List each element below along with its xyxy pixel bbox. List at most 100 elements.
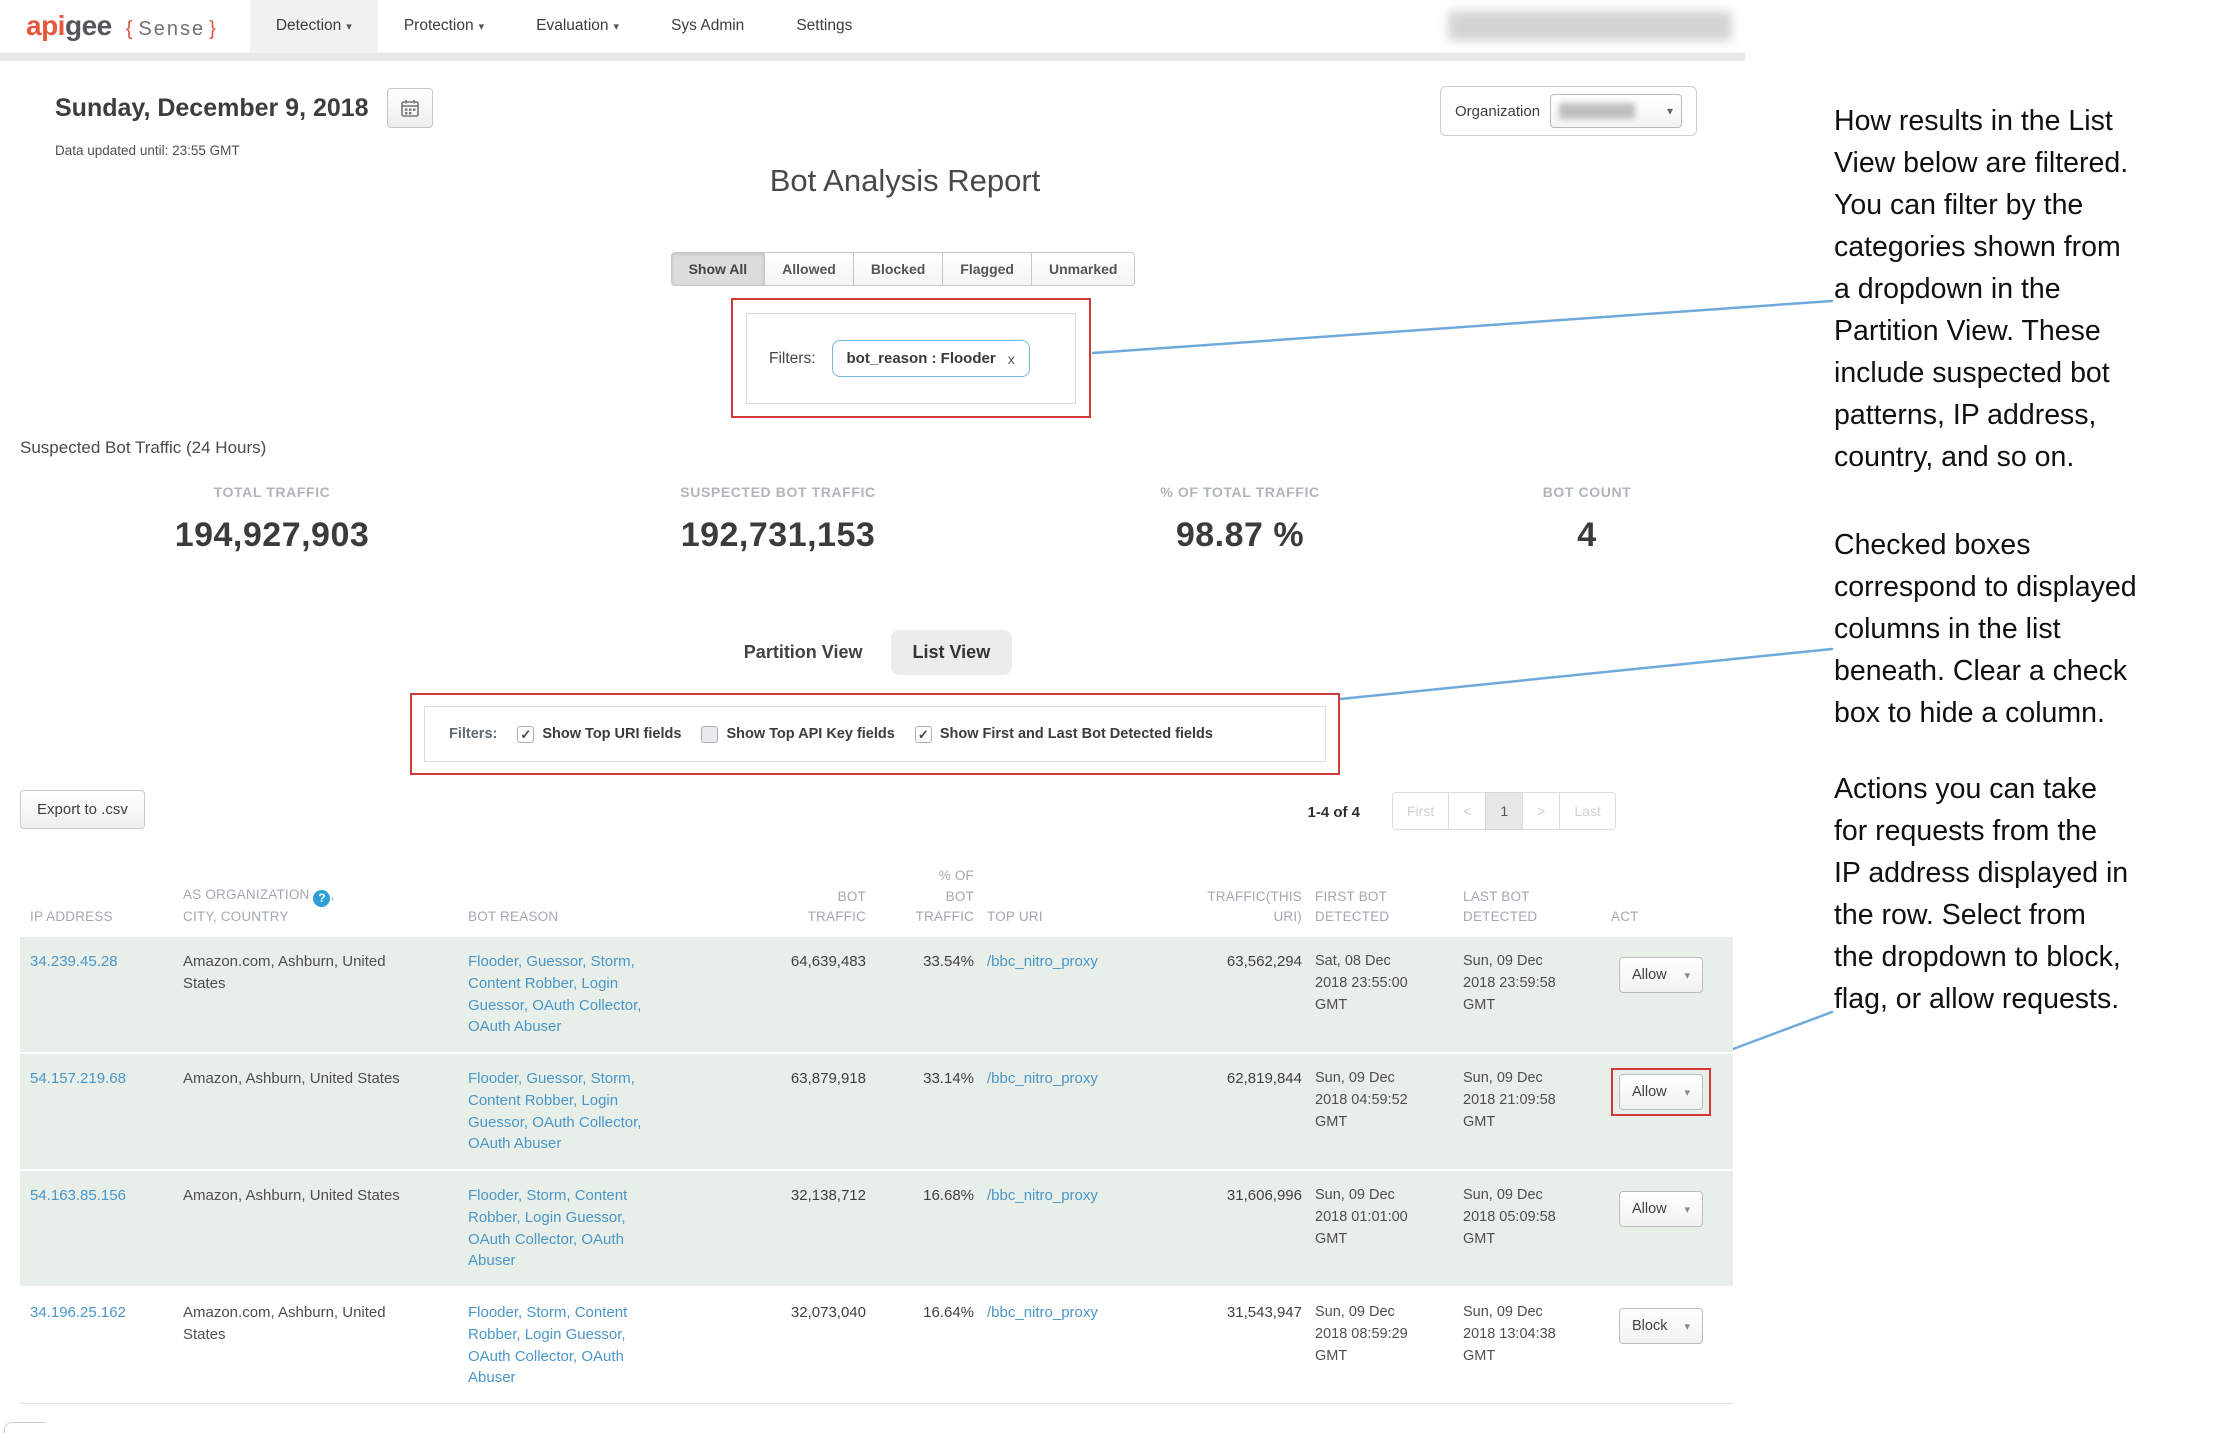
col-header-traffic-this-uri: TRAFFIC(THIS URI) — [1152, 887, 1302, 928]
tab-list-view[interactable]: List View — [891, 630, 1013, 675]
pagination-prev[interactable]: < — [1448, 792, 1486, 830]
top-uri-link[interactable]: /bbc_nitro_proxy — [987, 1187, 1098, 1204]
organization-value-redacted — [1559, 103, 1635, 119]
nav-item-sys-admin[interactable]: Sys Admin — [645, 0, 770, 52]
stat-suspected-bot-traffic: SUSPECTED BOT TRAFFIC 192,731,153 — [558, 484, 998, 555]
action-label: Block — [1632, 1318, 1667, 1334]
organization-select[interactable]: ▾ — [1550, 94, 1682, 128]
nav-item-label: Settings — [796, 17, 852, 34]
action-dropdown[interactable]: Allow ▾ — [1619, 1074, 1703, 1110]
ip-address-link[interactable]: 54.163.85.156 — [30, 1187, 126, 1204]
col-header-bot-traffic: BOT TRAFFIC — [726, 887, 866, 928]
annotation-text-line: Checked boxes — [1834, 524, 2216, 566]
ip-address-link[interactable]: 54.157.219.68 — [30, 1070, 126, 1087]
stat-label: BOT COUNT — [1367, 484, 1807, 500]
logo-sense: {Sense} — [126, 18, 218, 41]
action-label: Allow — [1632, 1084, 1667, 1100]
top-uri-link[interactable]: /bbc_nitro_proxy — [987, 1070, 1098, 1087]
as-organization-cell: Amazon.com, Ashburn, United States — [183, 951, 455, 1038]
account-name-redacted[interactable] — [1448, 11, 1732, 41]
last-bot-detected-cell: Sun, 09 Dec 2018 13:04:38 GMT — [1463, 1302, 1598, 1389]
table-row: 34.196.25.162 Amazon.com, Ashburn, Unite… — [20, 1288, 1733, 1404]
nav-item-protection[interactable]: Protection▾ — [378, 0, 510, 52]
header-line: TRAFFIC — [726, 907, 866, 927]
checkbox-show-top-api-key-fields[interactable]: Show Top API Key fields — [701, 726, 894, 743]
pagination: First < 1 > Last — [1392, 792, 1616, 830]
tab-unmarked[interactable]: Unmarked — [1031, 252, 1135, 286]
col-header-pct-bot-traffic: % OF BOT TRAFFIC — [879, 866, 974, 927]
export-csv-button[interactable]: Export to .csv — [20, 790, 145, 829]
filter-chip-bot-reason[interactable]: bot_reason : Flooder x — [832, 340, 1030, 377]
date-header: Sunday, December 9, 2018 — [55, 88, 433, 128]
checkbox-show-first-last-bot-detected-fields[interactable]: ✓ Show First and Last Bot Detected field… — [915, 726, 1213, 743]
bot-reason-links[interactable]: Flooder, Guessor, Storm, Content Robber,… — [468, 953, 641, 1035]
header-comma: , — [330, 887, 334, 902]
bot-traffic-cell: 63,879,918 — [726, 1068, 866, 1155]
nav-item-detection[interactable]: Detection ▾ — [250, 0, 378, 52]
annotation-text-line: the dropdown to block, — [1834, 936, 2216, 978]
as-organization-cell: Amazon, Ashburn, United States — [183, 1185, 455, 1272]
bot-reason-links[interactable]: Flooder, Storm, Content Robber, Login Gu… — [468, 1304, 627, 1386]
annotation-text-line: a dropdown in the — [1834, 268, 2216, 310]
nav-item-label: Evaluation — [536, 17, 608, 34]
check-mark: ✓ — [520, 728, 531, 741]
main-nav: Detection▾ Protection▾ Evaluation▾ Sys A… — [250, 0, 879, 52]
top-uri-link[interactable]: /bbc_nitro_proxy — [987, 953, 1098, 970]
nav-item-label: Detection — [276, 17, 341, 34]
action-dropdown[interactable]: Allow▾ — [1619, 1191, 1703, 1227]
tab-blocked[interactable]: Blocked — [853, 252, 943, 286]
annotation-text-line: box to hide a column. — [1834, 692, 2216, 734]
col-header-first-bot-detected: FIRST BOT DETECTED — [1315, 887, 1450, 928]
header-line: TRAFFIC(THIS — [1152, 887, 1302, 907]
stat-label: SUSPECTED BOT TRAFFIC — [558, 484, 998, 500]
annotation-text-line: Partition View. These — [1834, 310, 2216, 352]
caret-down-icon: ▾ — [479, 21, 485, 33]
pagination-first[interactable]: First — [1392, 792, 1449, 830]
logo-gee: gee — [65, 10, 112, 42]
bot-reason-links[interactable]: Flooder, Guessor, Storm, Content Robber,… — [468, 1070, 641, 1152]
last-bot-detected-cell: Sun, 09 Dec 2018 21:09:58 GMT — [1463, 1068, 1598, 1155]
ip-address-link[interactable]: 34.196.25.162 — [30, 1304, 126, 1321]
caret-down-icon: ▾ — [1684, 1086, 1690, 1099]
annotation-text-line: flag, or allow requests. — [1834, 978, 2216, 1020]
action-dropdown[interactable]: Allow▾ — [1619, 957, 1703, 993]
remove-filter-icon[interactable]: x — [1008, 351, 1015, 367]
ip-address-link[interactable]: 34.239.45.28 — [30, 953, 118, 970]
checkbox-label: Show Top URI fields — [542, 726, 681, 742]
checkbox-label: Show First and Last Bot Detected fields — [940, 726, 1213, 742]
tab-partition-view[interactable]: Partition View — [744, 642, 863, 663]
first-bot-detected-cell: Sun, 09 Dec 2018 08:59:29 GMT — [1315, 1302, 1450, 1389]
nav-item-settings[interactable]: Settings — [770, 0, 878, 52]
active-filters-box: Filters: bot_reason : Flooder x — [746, 313, 1076, 404]
top-uri-link[interactable]: /bbc_nitro_proxy — [987, 1304, 1098, 1321]
caret-down-icon: ▾ — [1684, 969, 1690, 982]
tab-show-all[interactable]: Show All — [671, 252, 766, 286]
annotation-text-line: categories shown from — [1834, 226, 2216, 268]
pagination-last[interactable]: Last — [1559, 792, 1615, 830]
annotation-text-line: patterns, IP address, — [1834, 394, 2216, 436]
date-picker-button[interactable] — [387, 88, 433, 128]
pagination-next[interactable]: > — [1522, 792, 1560, 830]
annotation-actions: Actions you can take for requests from t… — [1834, 768, 2216, 1020]
header-line: FIRST BOT — [1315, 887, 1450, 907]
pagination-page-1[interactable]: 1 — [1485, 792, 1523, 830]
tab-allowed[interactable]: Allowed — [764, 252, 854, 286]
table-row: 34.239.45.28 Amazon.com, Ashburn, United… — [20, 937, 1733, 1054]
help-icon[interactable]: ? — [313, 890, 330, 907]
action-dropdown[interactable]: Block▾ — [1619, 1308, 1703, 1344]
stat-value: 4 — [1367, 516, 1807, 555]
logo-brace-close: } — [209, 18, 218, 40]
page-title: Bot Analysis Report — [0, 163, 1810, 199]
checkbox-show-top-uri-fields[interactable]: ✓ Show Top URI fields — [517, 726, 681, 743]
logo-api: api — [26, 10, 65, 42]
header-line: BOT — [726, 887, 866, 907]
bot-reason-links[interactable]: Flooder, Storm, Content Robber, Login Gu… — [468, 1187, 627, 1269]
checkbox-label: Show Top API Key fields — [726, 726, 894, 742]
pct-bot-traffic-cell: 16.68% — [879, 1185, 974, 1272]
action-label: Allow — [1632, 1201, 1667, 1217]
nav-item-evaluation[interactable]: Evaluation▾ — [510, 0, 645, 52]
status-tabs: Show All Allowed Blocked Flagged Unmarke… — [671, 252, 1136, 286]
tab-flagged[interactable]: Flagged — [942, 252, 1032, 286]
caret-down-icon: ▾ — [346, 21, 352, 33]
annotation-text-line: correspond to displayed — [1834, 566, 2216, 608]
